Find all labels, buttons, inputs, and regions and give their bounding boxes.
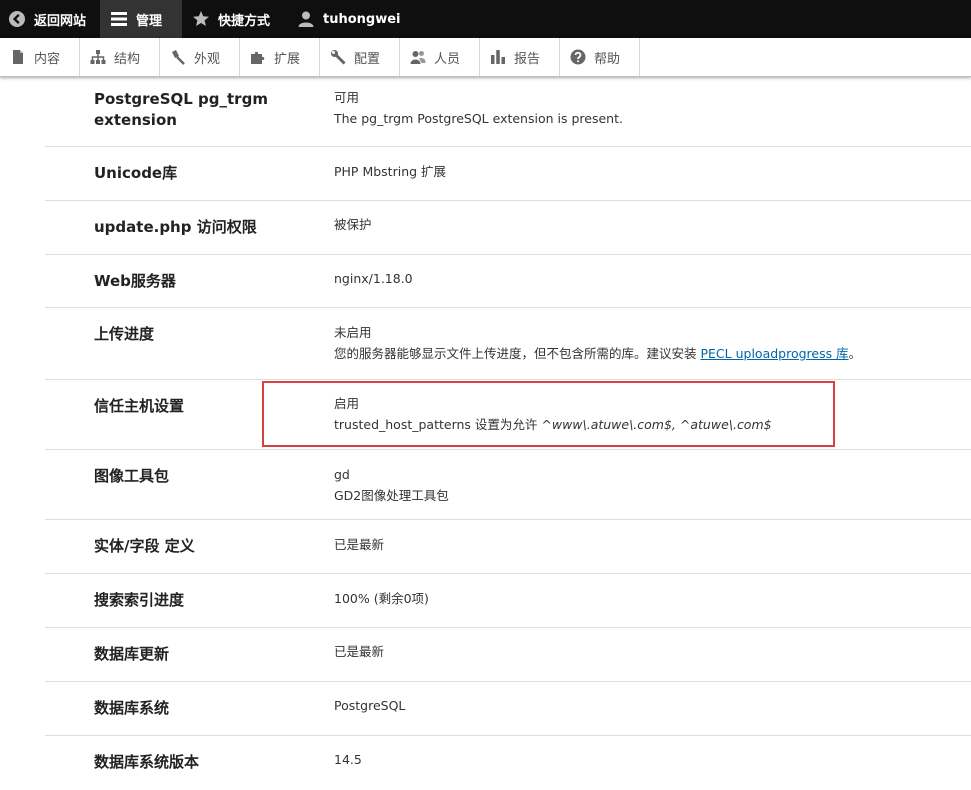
- status-value-detail: GD2图像处理工具包: [334, 488, 449, 503]
- brush-icon: [170, 49, 186, 65]
- status-value-main: 可用: [334, 90, 360, 105]
- user-label: tuhongwei: [323, 11, 401, 27]
- status-row-upload-progress: 上传进度 未启用 您的服务器能够显示文件上传进度，但不包含所需的库。建议安装 P…: [45, 308, 971, 380]
- back-to-site-button[interactable]: 返回网站: [0, 0, 100, 38]
- help-icon: [570, 49, 586, 65]
- status-label: 数据库系统版本: [94, 753, 200, 771]
- shortcuts-tab[interactable]: 快捷方式: [182, 0, 287, 38]
- pecl-uploadprogress-link[interactable]: PECL uploadprogress 库: [700, 346, 848, 361]
- status-row-db-updates: 数据库更新 已是最新: [45, 628, 971, 682]
- status-value: PostgreSQL: [334, 698, 406, 713]
- tray-item-label: 人员: [434, 51, 461, 67]
- tray-item-extend[interactable]: 扩展: [240, 38, 320, 76]
- back-to-site-label: 返回网站: [34, 13, 87, 29]
- status-value-detail: 您的服务器能够显示文件上传进度，但不包含所需的库。建议安装 PECL uploa…: [334, 343, 954, 364]
- status-row-entity-field: 实体/字段 定义 已是最新: [45, 520, 971, 574]
- admin-toolbar: 返回网站 管理 快捷方式 tuhongwei: [0, 0, 971, 38]
- upload-progress-detail-end: 。: [848, 346, 862, 361]
- status-value: 被保护: [334, 217, 372, 232]
- status-row-web-server: Web服务器 nginx/1.18.0: [45, 255, 971, 308]
- status-label: PostgreSQL pg_trgm extension: [94, 90, 268, 129]
- tray-item-label: 配置: [354, 51, 381, 67]
- status-label: Unicode库: [94, 164, 178, 182]
- sitemap-icon: [90, 49, 106, 65]
- status-value: 可用 The pg_trgm PostgreSQL extension is p…: [334, 87, 954, 129]
- status-value-main: gd: [334, 467, 350, 482]
- admin-tray: 内容 结构 外观 扩展 配置 人员 报告 帮助: [0, 38, 971, 77]
- status-label: update.php 访问权限: [94, 218, 257, 236]
- status-label: 上传进度: [94, 325, 155, 343]
- shortcuts-label: 快捷方式: [218, 13, 271, 29]
- status-label: 实体/字段 定义: [94, 537, 195, 555]
- tray-item-reports[interactable]: 报告: [480, 38, 560, 76]
- status-value-main: 未启用: [334, 325, 372, 340]
- tray-item-label: 报告: [514, 51, 541, 67]
- status-value: gd GD2图像处理工具包: [334, 464, 954, 506]
- manage-label: 管理: [136, 13, 163, 29]
- status-value: 未启用 您的服务器能够显示文件上传进度，但不包含所需的库。建议安装 PECL u…: [334, 322, 954, 364]
- highlight-annotation-box: [262, 381, 835, 447]
- tray-item-label: 外观: [194, 51, 221, 67]
- status-row-unicode: Unicode库 PHP Mbstring 扩展: [45, 147, 971, 201]
- tray-item-config[interactable]: 配置: [320, 38, 400, 76]
- status-row-update-php: update.php 访问权限 被保护: [45, 201, 971, 255]
- status-row-db-system: 数据库系统 PostgreSQL: [45, 682, 971, 736]
- tray-item-label: 扩展: [274, 51, 301, 67]
- status-value: 已是最新: [334, 644, 385, 659]
- wrench-icon: [330, 49, 346, 65]
- tray-item-label: 帮助: [594, 51, 621, 67]
- status-value: 已是最新: [334, 537, 385, 552]
- status-label: 图像工具包: [94, 467, 170, 485]
- status-row-db-version: 数据库系统版本 14.5: [45, 736, 971, 790]
- tray-item-label: 结构: [114, 51, 141, 67]
- status-row-pg-trgm: PostgreSQL pg_trgm extension 可用 The pg_t…: [45, 77, 971, 147]
- status-value: 100% (剩余0项): [334, 591, 429, 606]
- tray-item-structure[interactable]: 结构: [80, 38, 160, 76]
- upload-progress-detail-text: 您的服务器能够显示文件上传进度，但不包含所需的库。建议安装: [334, 346, 701, 361]
- status-value: nginx/1.18.0: [334, 271, 413, 286]
- user-icon: [297, 10, 315, 28]
- people-icon: [410, 49, 426, 65]
- tray-item-help[interactable]: 帮助: [560, 38, 640, 76]
- tray-item-label: 内容: [34, 51, 61, 67]
- menu-icon: [110, 10, 128, 28]
- tray-item-content[interactable]: 内容: [0, 38, 80, 76]
- puzzle-icon: [250, 49, 266, 65]
- status-label: 数据库更新: [94, 645, 170, 663]
- chevron-left-circle-icon: [8, 10, 26, 28]
- tray-item-people[interactable]: 人员: [400, 38, 480, 76]
- status-value-detail: The pg_trgm PostgreSQL extension is pres…: [334, 111, 623, 126]
- status-value: 14.5: [334, 752, 362, 767]
- status-label: 数据库系统: [94, 699, 170, 717]
- status-label: 搜索索引进度: [94, 591, 185, 609]
- status-label: Web服务器: [94, 272, 176, 290]
- status-value: PHP Mbstring 扩展: [334, 164, 447, 179]
- file-icon: [10, 49, 26, 65]
- status-row-search-index: 搜索索引进度 100% (剩余0项): [45, 574, 971, 628]
- tray-item-appearance[interactable]: 外观: [160, 38, 240, 76]
- status-row-image-toolkit: 图像工具包 gd GD2图像处理工具包: [45, 450, 971, 520]
- star-icon: [192, 10, 210, 28]
- bar-chart-icon: [490, 49, 506, 65]
- user-tab[interactable]: tuhongwei: [287, 0, 415, 38]
- manage-tab[interactable]: 管理: [100, 0, 182, 38]
